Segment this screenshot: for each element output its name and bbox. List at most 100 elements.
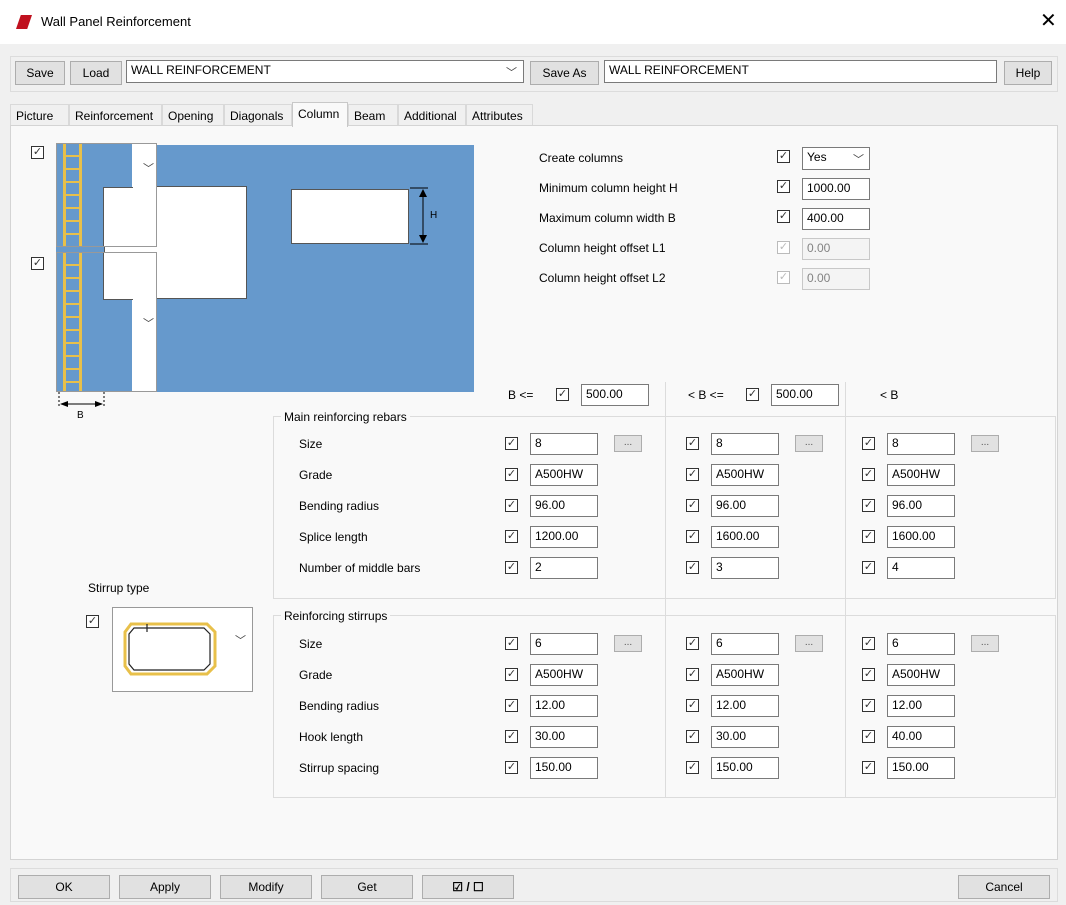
col1-threshold-checkbox[interactable] <box>556 388 569 401</box>
col2-threshold-checkbox[interactable] <box>746 388 759 401</box>
stirrup-spacing-input[interactable]: 150.00 <box>887 757 955 779</box>
stirrup-type-select[interactable]: ﹀ <box>112 607 253 692</box>
stirrup-bending-radius-input[interactable]: 12.00 <box>530 695 598 717</box>
get-button[interactable]: Get <box>321 875 413 899</box>
tab-diagonals[interactable]: Diagonals <box>224 104 292 126</box>
rebar-middle-bars-input[interactable]: 3 <box>711 557 779 579</box>
col1-threshold-input[interactable]: 500.00 <box>581 384 649 406</box>
rebar-middle-bars-checkbox[interactable] <box>686 561 699 574</box>
help-button[interactable]: Help <box>1004 61 1052 85</box>
stirrup-grade-checkbox[interactable] <box>862 668 875 681</box>
rebar-bending-radius-input[interactable]: 96.00 <box>711 495 779 517</box>
stirrup-bending-radius-checkbox[interactable] <box>505 699 518 712</box>
rebar-grade-checkbox[interactable] <box>862 468 875 481</box>
rebar-bending-radius-checkbox[interactable] <box>862 499 875 512</box>
rebar-size-input[interactable]: 8 <box>530 433 598 455</box>
rebar-bending-radius-input[interactable]: 96.00 <box>530 495 598 517</box>
stirrup-spacing-checkbox[interactable] <box>505 761 518 774</box>
rebar-picture-checkbox-top[interactable] <box>31 146 44 159</box>
stirrup-size-browse-button[interactable]: ... <box>795 635 823 652</box>
rebar-bending-radius-checkbox[interactable] <box>505 499 518 512</box>
rebar-bending-radius-input[interactable]: 96.00 <box>887 495 955 517</box>
tab-beam[interactable]: Beam <box>348 104 398 126</box>
apply-button[interactable]: Apply <box>119 875 211 899</box>
rebar-grade-input[interactable]: A500HW <box>711 464 779 486</box>
rebar-splice-length-checkbox[interactable] <box>862 530 875 543</box>
stirrup-size-browse-button[interactable]: ... <box>614 635 642 652</box>
stirrup-grade-input[interactable]: A500HW <box>530 664 598 686</box>
create-columns-select[interactable]: Yes ﹀ <box>802 147 870 170</box>
stirrup-bending-radius-input[interactable]: 12.00 <box>887 695 955 717</box>
stirrup-size-input[interactable]: 6 <box>887 633 955 655</box>
toggle-checkboxes-button[interactable]: ☑ / ☐ <box>422 875 514 899</box>
rebar-grade-checkbox[interactable] <box>686 468 699 481</box>
stirrup-size-checkbox[interactable] <box>862 637 875 650</box>
rebar-splice-length-input[interactable]: 1600.00 <box>711 526 779 548</box>
save-as-button[interactable]: Save As <box>530 61 599 85</box>
stirrup-size-input[interactable]: 6 <box>711 633 779 655</box>
rebar-picture-checkbox-bottom[interactable] <box>31 257 44 270</box>
stirrup-spacing-checkbox[interactable] <box>686 761 699 774</box>
rebar-middle-bars-checkbox[interactable] <box>505 561 518 574</box>
min-column-height-input[interactable]: 1000.00 <box>802 178 870 200</box>
rebar-size-browse-button[interactable]: ... <box>971 435 999 452</box>
col2-threshold-input[interactable]: 500.00 <box>771 384 839 406</box>
stirrup-size-checkbox[interactable] <box>686 637 699 650</box>
stirrup-grade-checkbox[interactable] <box>505 668 518 681</box>
rebar-splice-length-checkbox[interactable] <box>505 530 518 543</box>
rebar-size-input[interactable]: 8 <box>711 433 779 455</box>
rebar-grade-input[interactable]: A500HW <box>530 464 598 486</box>
stirrup-hook-length-checkbox[interactable] <box>862 730 875 743</box>
stirrup-type-checkbox[interactable] <box>86 615 99 628</box>
rebar-splice-length-checkbox[interactable] <box>686 530 699 543</box>
min-column-height-checkbox[interactable] <box>777 180 790 193</box>
rebar-splice-length-input[interactable]: 1200.00 <box>530 526 598 548</box>
rebar-middle-bars-input[interactable]: 4 <box>887 557 955 579</box>
max-column-width-checkbox[interactable] <box>777 210 790 223</box>
rebar-size-browse-button[interactable]: ... <box>795 435 823 452</box>
stirrup-size-checkbox[interactable] <box>505 637 518 650</box>
save-button[interactable]: Save <box>15 61 65 85</box>
rebar-size-input[interactable]: 8 <box>887 433 955 455</box>
max-column-width-input[interactable]: 400.00 <box>802 208 870 230</box>
ok-button[interactable]: OK <box>18 875 110 899</box>
stirrup-size-browse-button[interactable]: ... <box>971 635 999 652</box>
create-columns-checkbox[interactable] <box>777 150 790 163</box>
rebar-splice-length-input[interactable]: 1600.00 <box>887 526 955 548</box>
stirrup-hook-length-input[interactable]: 30.00 <box>711 726 779 748</box>
stirrup-bending-radius-input[interactable]: 12.00 <box>711 695 779 717</box>
close-icon[interactable]: ✕ <box>1040 8 1057 34</box>
tab-attributes[interactable]: Attributes <box>466 104 533 126</box>
rebar-picture-select-bottom[interactable]: ﹀ <box>56 252 157 392</box>
modify-button[interactable]: Modify <box>220 875 312 899</box>
stirrup-spacing-checkbox[interactable] <box>862 761 875 774</box>
rebar-size-checkbox[interactable] <box>686 437 699 450</box>
tab-picture[interactable]: Picture <box>10 104 69 126</box>
rebar-size-checkbox[interactable] <box>862 437 875 450</box>
stirrup-hook-length-input[interactable]: 30.00 <box>530 726 598 748</box>
stirrup-grade-checkbox[interactable] <box>686 668 699 681</box>
rebar-middle-bars-checkbox[interactable] <box>862 561 875 574</box>
rebar-picture-select-top[interactable]: ﹀ <box>56 143 157 247</box>
tab-opening[interactable]: Opening <box>162 104 224 126</box>
rebar-size-browse-button[interactable]: ... <box>614 435 642 452</box>
rebar-grade-checkbox[interactable] <box>505 468 518 481</box>
stirrup-hook-length-checkbox[interactable] <box>686 730 699 743</box>
rebar-grade-input[interactable]: A500HW <box>887 464 955 486</box>
preset-select[interactable]: WALL REINFORCEMENT ﹀ <box>126 60 524 83</box>
stirrup-hook-length-input[interactable]: 40.00 <box>887 726 955 748</box>
cancel-button[interactable]: Cancel <box>958 875 1050 899</box>
stirrup-spacing-input[interactable]: 150.00 <box>530 757 598 779</box>
stirrup-spacing-input[interactable]: 150.00 <box>711 757 779 779</box>
rebar-middle-bars-input[interactable]: 2 <box>530 557 598 579</box>
rebar-size-checkbox[interactable] <box>505 437 518 450</box>
save-as-name-input[interactable]: WALL REINFORCEMENT <box>604 60 997 83</box>
stirrup-bending-radius-checkbox[interactable] <box>862 699 875 712</box>
stirrup-size-input[interactable]: 6 <box>530 633 598 655</box>
load-button[interactable]: Load <box>70 61 122 85</box>
stirrup-hook-length-checkbox[interactable] <box>505 730 518 743</box>
stirrup-grade-input[interactable]: A500HW <box>711 664 779 686</box>
rebar-bending-radius-checkbox[interactable] <box>686 499 699 512</box>
tab-reinforcement[interactable]: Reinforcement <box>69 104 162 126</box>
stirrup-bending-radius-checkbox[interactable] <box>686 699 699 712</box>
